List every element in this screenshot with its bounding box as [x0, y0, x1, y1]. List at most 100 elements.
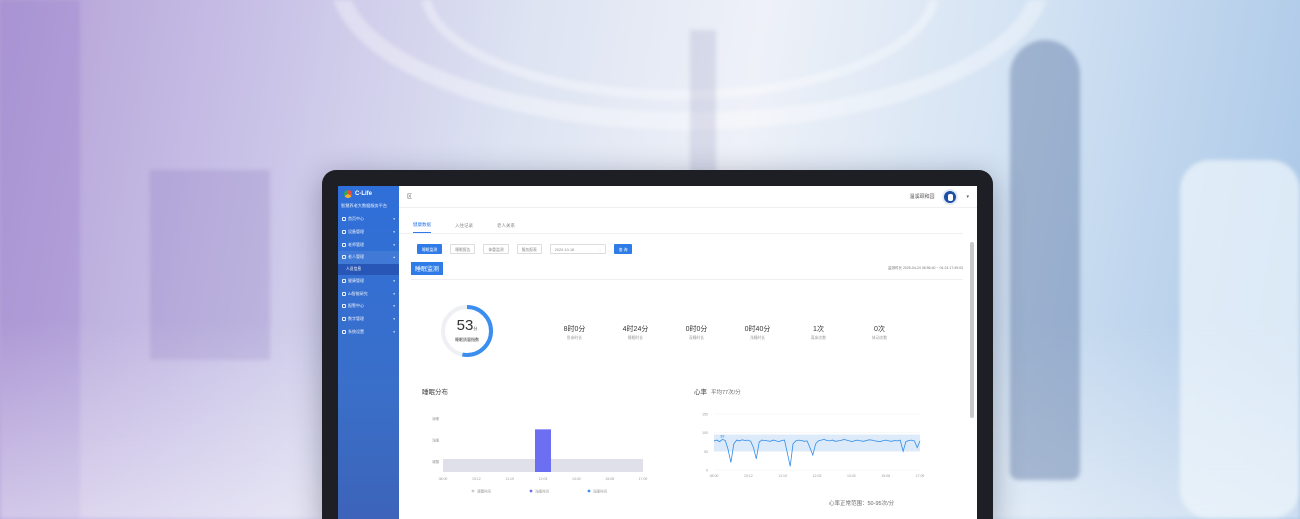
sleep-distribution-chart: 清醒 浅睡 深睡 08:00 10:12 11:19 12:03 13:40 15:08 17:0…	[432, 416, 648, 493]
sidebar-item-ai[interactable]: AI智能研究 ▾	[338, 287, 399, 300]
date-picker[interactable]: 2020-10-18 ▫	[549, 244, 606, 254]
chevron-down-icon: ▾	[393, 230, 395, 235]
x-tick-label: 15:08	[881, 474, 890, 478]
vertical-scrollbar[interactable]	[970, 242, 974, 418]
service-report-button[interactable]: 服务报表	[516, 244, 542, 254]
stat-body-movement: 0次体动次数	[849, 324, 910, 341]
tab-health-data[interactable]: 健康数据	[413, 222, 431, 233]
stat-label: 卧床时长	[566, 336, 583, 340]
org-name[interactable]: 温溪颐和园	[909, 193, 934, 200]
sidebar-item-label: 系统设置	[348, 328, 364, 334]
x-tick-label: 12:03	[813, 474, 822, 478]
topbar: 区 温溪颐和园 ▾	[399, 186, 977, 208]
sidebar-item-label: 老师管理	[348, 241, 364, 247]
platform-name: 智慧养老大数据服务平台	[341, 203, 388, 208]
sidebar-item-label: 设备管理	[348, 229, 364, 235]
app-screen: C-Life 智慧养老大数据服务平台 首页中心 ▾ 设备管理 ▾ 老师管理 ▾ 老人管…	[338, 186, 977, 519]
weight-monitor-button[interactable]: 体重监测	[483, 244, 509, 254]
divider	[411, 279, 963, 280]
sidebar-item-home[interactable]: 首页中心 ▾	[338, 213, 399, 226]
x-tick-label: 08:00	[710, 474, 719, 478]
sidebar-subitem-person-info[interactable]: 人员信息	[338, 263, 399, 275]
x-tick-label: 13:40	[572, 477, 581, 481]
stat-value: 8时0分	[563, 326, 586, 333]
legend-label: 深睡时间	[593, 488, 607, 493]
stat-value: 1次	[813, 326, 824, 333]
chevron-down-icon: ▾	[393, 317, 395, 322]
avatar[interactable]	[942, 188, 959, 205]
sidebar-item-label: 老人管理	[348, 254, 364, 260]
bell-icon	[342, 304, 346, 309]
chevron-down-icon: ▾	[393, 217, 395, 222]
device-icon	[342, 230, 346, 235]
section-title: 睡眠监测	[411, 262, 444, 275]
stat-label: 深睡时长	[688, 336, 705, 340]
legend-label: 清醒时间	[477, 488, 491, 493]
stat-value: 4时24分	[622, 326, 649, 333]
stat-deep-sleep: 0时0分深睡时长	[666, 324, 727, 341]
query-button[interactable]: 查 询	[613, 244, 633, 254]
x-tick-label: 08:00	[439, 477, 448, 481]
stat-label: 离床次数	[810, 336, 827, 340]
gear-icon	[342, 329, 346, 334]
sidebar-item-alarms[interactable]: 报警中心 ▾	[338, 300, 399, 313]
legend-marker	[529, 489, 533, 493]
sidebar-item-teachers[interactable]: 老师管理 ▾	[338, 238, 399, 251]
hr-normal-range-note: 心率正常范围：50-95次/分	[829, 501, 895, 507]
chevron-down-icon: ▾	[393, 291, 395, 296]
sidebar-item-label: 数字管理	[348, 316, 364, 322]
stat-label: 浅睡时长	[749, 336, 766, 340]
health-icon	[342, 279, 346, 284]
sidebar-item-label: 报警中心	[348, 303, 364, 309]
y-tick-label: 150	[702, 413, 708, 417]
legend-marker	[587, 489, 591, 493]
legend-marker	[471, 489, 475, 493]
stat-sleep-time: 4时24分睡眠时长	[605, 324, 666, 341]
sidebar-item-health[interactable]: 健康管理 ▾	[338, 275, 399, 288]
sidebar-item-data[interactable]: 数字管理 ▾	[338, 313, 399, 326]
y-tick-label: 100	[702, 431, 708, 435]
logo-icon	[344, 190, 352, 198]
tab-checkin-records[interactable]: 入住记录	[455, 223, 473, 233]
home-icon	[342, 217, 346, 222]
sidebar-item-settings[interactable]: 系统设置 ▾	[338, 326, 399, 339]
x-tick-label: 12:03	[539, 477, 548, 481]
laptop: C-Life 智慧养老大数据服务平台 首页中心 ▾ 设备管理 ▾ 老师管理 ▾ 老人管…	[322, 170, 993, 519]
sleep-score-gauge: 53分 睡眠质量指数	[439, 303, 495, 359]
stat-value: 0时0分	[685, 326, 708, 333]
topbar-left-text: 区	[407, 194, 413, 200]
sleep-distribution-title: 睡眠分布	[422, 389, 448, 396]
heart-rate-title: 心率 平均77次/分	[694, 386, 741, 396]
user-icon	[342, 242, 346, 247]
sidebar: C-Life 智慧养老大数据服务平台 首页中心 ▾ 设备管理 ▾ 老师管理 ▾ 老人管…	[338, 186, 399, 519]
stat-bed-time: 8时0分卧床时长	[544, 324, 605, 341]
sleep-report-button[interactable]: 睡眠报告	[450, 244, 476, 254]
x-tick-label: 17:09	[639, 477, 648, 481]
sidebar-item-elderly[interactable]: 老人管理 ▴	[338, 251, 399, 264]
chevron-up-icon: ▴	[393, 255, 395, 260]
caret-down-icon[interactable]: ▾	[966, 194, 969, 200]
sidebar-item-devices[interactable]: 设备管理 ▾	[338, 226, 399, 239]
x-tick-label: 10:12	[744, 474, 753, 478]
main-content: 区 温溪颐和园 ▾ 健康数据 入住记录 老人关系 睡眠监测 睡眠报告 体重监测 …	[399, 186, 977, 519]
peak-label: 82	[721, 434, 725, 438]
people-icon	[342, 255, 346, 260]
stat-label: 睡眠时长	[627, 336, 644, 340]
stat-out-of-bed: 1次离床次数	[788, 324, 849, 341]
y-tick-label: 清醒	[432, 459, 440, 464]
stat-value: 0时40分	[744, 326, 771, 333]
stat-value: 0次	[874, 326, 885, 333]
tab-relations[interactable]: 老人关系	[497, 223, 515, 233]
filter-bar: 睡眠监测 睡眠报告 体重监测 服务报表 2020-10-18 ▫ 查 询	[399, 234, 977, 254]
chevron-down-icon: ▾	[393, 304, 395, 309]
tab-bar: 健康数据 入住记录 老人关系	[399, 208, 963, 234]
date-value: 2020-10-18	[554, 248, 575, 252]
y-tick-label: 0	[706, 469, 708, 473]
hr-average: 平均77次/分	[711, 390, 741, 396]
score-caption: 睡眠质量指数	[455, 337, 479, 342]
app-logo: C-Life	[338, 186, 399, 200]
stat-label: 体动次数	[871, 336, 888, 340]
sidebar-item-label: 健康管理	[348, 278, 364, 284]
sleep-monitor-button[interactable]: 睡眠监测	[417, 244, 443, 254]
x-tick-label: 15:08	[605, 477, 614, 481]
